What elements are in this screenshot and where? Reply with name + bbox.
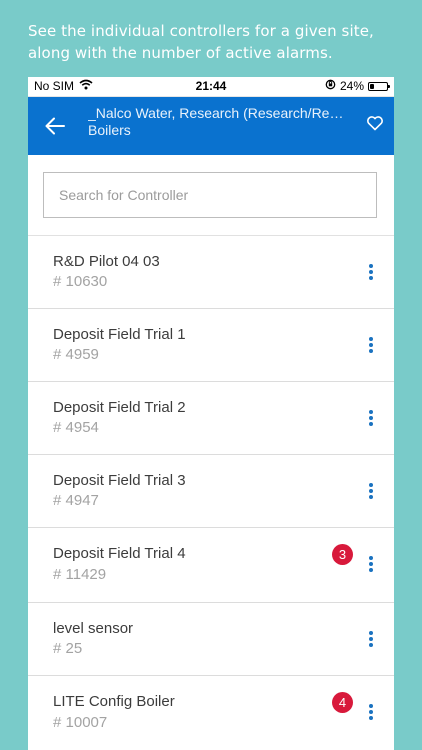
site-title: _Nalco Water, Research (Research/Rese... — [88, 105, 350, 121]
controller-item-deposit-3[interactable]: Deposit Field Trial 3 # 4947 — [28, 455, 394, 528]
back-arrow-icon[interactable] — [44, 115, 66, 137]
status-right: 24% — [325, 79, 390, 93]
favorite-heart-icon[interactable] — [366, 114, 384, 132]
controller-item-deposit-4[interactable]: Deposit Field Trial 4 # 11429 3 — [28, 528, 394, 603]
controller-name: Deposit Field Trial 4 — [53, 545, 186, 562]
controller-id: # 10630 — [53, 273, 108, 290]
status-bar: No SIM 21:44 24% — [28, 77, 394, 97]
phone-screen: No SIM 21:44 24% _Nalco Water, Research … — [28, 77, 394, 750]
more-options-icon[interactable] — [366, 630, 376, 648]
controller-id: # 4959 — [53, 346, 99, 363]
controller-name: LITE Config Boiler — [53, 693, 175, 710]
controller-item-rd-pilot[interactable]: R&D Pilot 04 03 # 10630 — [28, 236, 394, 309]
app-header: _Nalco Water, Research (Research/Rese...… — [28, 97, 394, 155]
controller-list: R&D Pilot 04 03 # 10630 Deposit Field Tr… — [28, 236, 394, 750]
search-area — [28, 155, 394, 236]
orientation-lock-icon — [325, 79, 336, 93]
site-subtitle: Boilers — [88, 122, 131, 138]
controller-item-lite-config[interactable]: LITE Config Boiler # 10007 4 — [28, 676, 394, 750]
battery-percent: 24% — [339, 79, 364, 93]
more-options-icon[interactable] — [366, 555, 376, 573]
more-options-icon[interactable] — [366, 336, 376, 354]
controller-id: # 11429 — [53, 566, 107, 583]
header-titles: _Nalco Water, Research (Research/Rese...… — [88, 105, 350, 139]
controller-name: R&D Pilot 04 03 — [53, 253, 160, 270]
alarm-count-badge: 3 — [332, 544, 353, 565]
search-input[interactable] — [43, 172, 377, 218]
caption-text: See the individual controllers for a giv… — [28, 22, 374, 62]
controller-name: Deposit Field Trial 1 — [53, 326, 186, 343]
controller-item-deposit-2[interactable]: Deposit Field Trial 2 # 4954 — [28, 382, 394, 455]
controller-id: # 4947 — [53, 492, 99, 509]
controller-item-level-sensor[interactable]: level sensor # 25 — [28, 603, 394, 676]
more-options-icon[interactable] — [366, 482, 376, 500]
controller-id: # 10007 — [53, 714, 108, 731]
controller-id: # 25 — [53, 640, 83, 657]
controller-name: Deposit Field Trial 2 — [53, 399, 186, 416]
controller-item-deposit-1[interactable]: Deposit Field Trial 1 # 4959 — [28, 309, 394, 382]
more-options-icon[interactable] — [366, 409, 376, 427]
controller-id: # 4954 — [53, 419, 99, 436]
more-options-icon[interactable] — [366, 703, 376, 721]
more-options-icon[interactable] — [366, 263, 376, 281]
controller-name: level sensor — [53, 620, 134, 637]
controller-name: Deposit Field Trial 3 — [53, 472, 186, 489]
alarm-count-badge: 4 — [332, 692, 353, 713]
battery-icon — [368, 81, 390, 91]
